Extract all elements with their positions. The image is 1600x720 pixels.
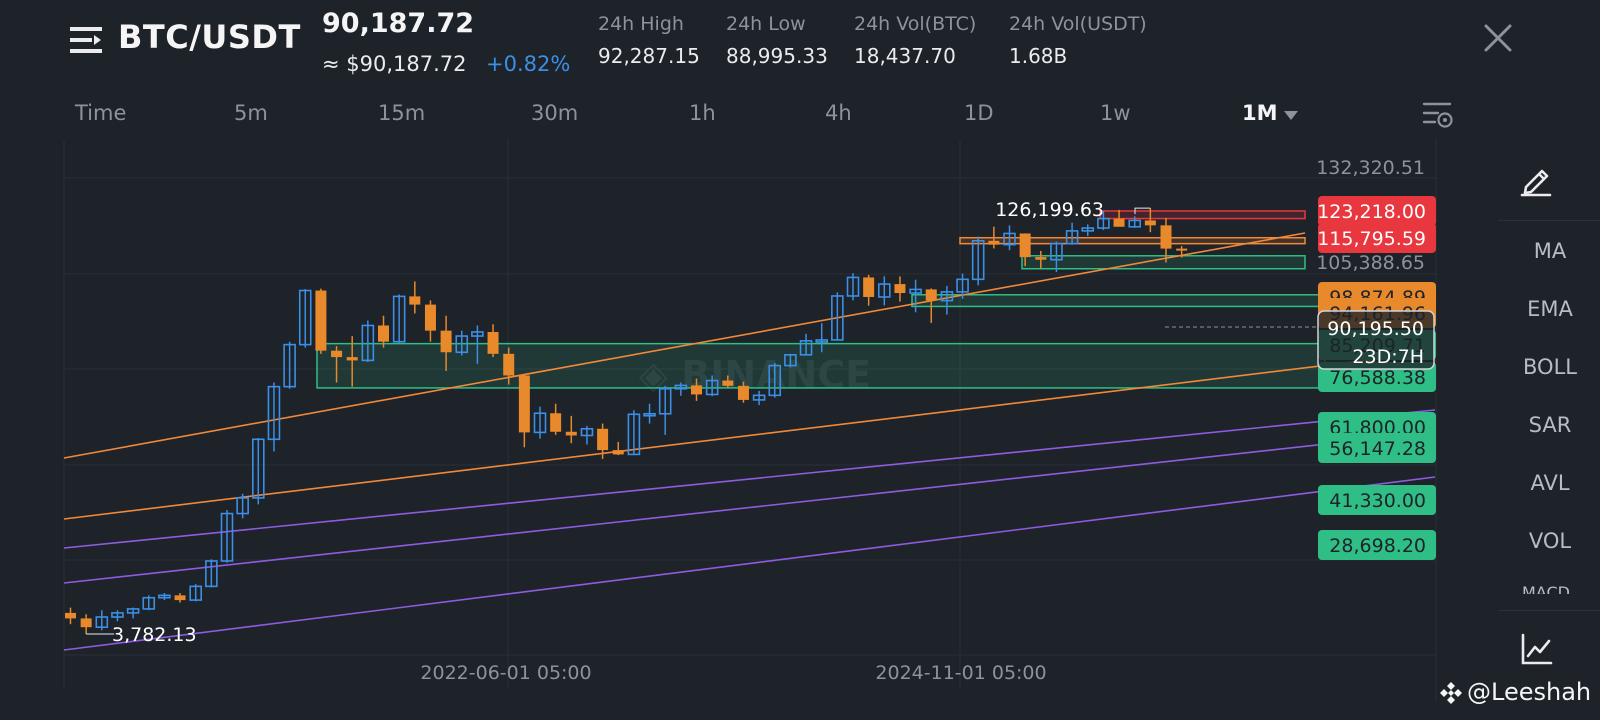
current-price-tag: 90,195.50 23D:7H — [1317, 310, 1435, 370]
candle-body-down — [737, 385, 749, 400]
candle-body-down — [331, 350, 343, 358]
candle-body-down — [487, 331, 499, 354]
close-icon[interactable] — [1480, 20, 1516, 56]
candle-body-down — [1035, 257, 1047, 260]
candle-body-down — [1160, 225, 1172, 249]
stat-label-24h-low: 24h Low — [726, 13, 806, 35]
level-tag-green: 28,698.20 — [1318, 530, 1436, 560]
indicator-sar[interactable]: SAR — [1500, 413, 1600, 437]
tab-1w[interactable]: 1w — [1100, 101, 1131, 125]
tab-1h[interactable]: 1h — [689, 101, 716, 125]
level-tag-value: 76,588.38 — [1329, 367, 1426, 389]
tab-1d[interactable]: 1D — [964, 101, 994, 125]
indicator-avl[interactable]: AVL — [1500, 471, 1600, 495]
toolbar-divider — [1498, 220, 1600, 221]
candle-body-down — [722, 380, 734, 386]
stat-label-24h-vol-btc: 24h Vol(BTC) — [854, 13, 977, 35]
last-price: 90,187.72 — [322, 8, 475, 39]
candle-body-down — [1176, 248, 1188, 251]
candle-body-down — [988, 240, 1000, 245]
pair-title[interactable]: BTC/USDT — [118, 18, 301, 56]
menu-lines-icon[interactable] — [70, 24, 106, 56]
tab-1m[interactable]: 1M — [1242, 101, 1278, 125]
indicator-ma[interactable]: MA — [1500, 239, 1600, 263]
indicator-macd-partial[interactable]: MACD — [1522, 584, 1578, 594]
candlestick-chart[interactable]: ◈ BINANCE126,199.633,782.13132,320.51105… — [0, 140, 1470, 700]
candle-body-down — [424, 304, 436, 331]
credit-watermark: @Leeshah — [1439, 678, 1591, 706]
credit-text: @Leeshah — [1467, 678, 1592, 706]
candle-body-down — [503, 353, 515, 376]
channel-line — [63, 476, 1436, 651]
chart-settings-icon[interactable] — [1422, 100, 1454, 130]
stat-value-24h-low: 88,995.33 — [726, 44, 828, 68]
tab-time[interactable]: Time — [75, 101, 126, 125]
y-tick-label: 105,388.65 — [1316, 252, 1425, 274]
binance-logo-icon — [1440, 682, 1462, 704]
toolbar-divider — [1498, 610, 1600, 611]
stat-label-24h-high: 24h High — [598, 13, 684, 35]
candle-body-down — [1144, 220, 1156, 226]
candle-body-down — [65, 612, 76, 619]
zone-green — [911, 294, 1326, 308]
candle-body-down — [612, 450, 624, 455]
candle-body-down — [518, 375, 530, 433]
stat-value-24h-vol-usdt: 1.68B — [1009, 44, 1068, 68]
change-percent: +0.82% — [486, 52, 571, 76]
countdown-value: 23D:7H — [1352, 346, 1424, 368]
high-annotation: 126,199.63 — [995, 199, 1104, 221]
stat-value-24h-high: 92,287.15 — [598, 44, 700, 68]
x-tick-label: 2022-06-01 05:00 — [420, 662, 591, 684]
candle-body-down — [550, 413, 562, 432]
candle-body-down — [863, 277, 875, 297]
candle-body-down — [174, 595, 186, 601]
level-tag-red: 115,795.59 — [1317, 223, 1436, 253]
channel-line — [63, 409, 1436, 549]
tab-5m[interactable]: 5m — [234, 101, 268, 125]
level-tag-value: 115,795.59 — [1317, 228, 1426, 250]
level-tag-value: 28,698.20 — [1329, 535, 1426, 557]
zone-red — [1099, 210, 1306, 220]
candle-body-down — [691, 385, 702, 395]
y-tick-label: 132,320.51 — [1316, 157, 1425, 179]
x-tick-label: 2024-11-01 05:00 — [875, 662, 1046, 684]
indicator-boll[interactable]: BOLL — [1500, 355, 1600, 379]
candle-body-down — [1019, 233, 1031, 258]
level-tag-red: 123,218.00 — [1317, 196, 1436, 226]
candle-body-down — [346, 357, 358, 361]
candle-body-down — [894, 284, 906, 294]
level-tag-value: 56,147.28 — [1329, 438, 1426, 460]
level-tag-value: 123,218.00 — [1317, 201, 1426, 223]
stat-label-24h-vol-usdt: 24h Vol(USDT) — [1009, 13, 1147, 35]
stat-value-24h-vol-btc: 18,437.70 — [854, 44, 956, 68]
indicator-ema[interactable]: EMA — [1500, 297, 1600, 321]
candle-body-down — [925, 289, 937, 301]
usd-price: ≈ $90,187.72 — [322, 52, 467, 76]
candle-body-down — [378, 325, 389, 342]
level-tag-green: 41,330.00 — [1318, 485, 1436, 515]
candle-body-down — [409, 296, 421, 305]
chevron-down-icon[interactable] — [1284, 111, 1298, 120]
candle-body-down — [1113, 218, 1125, 227]
level-tag-green: 56,147.28 — [1318, 433, 1436, 463]
candle-body-down — [315, 290, 327, 351]
indicator-vol[interactable]: VOL — [1500, 529, 1600, 553]
candle-body-down — [440, 330, 452, 353]
pencil-icon[interactable] — [1518, 163, 1554, 197]
line-chart-icon[interactable] — [1520, 632, 1554, 666]
candle-body-down — [80, 618, 92, 628]
low-annotation: 3,782.13 — [112, 624, 197, 646]
tab-15m[interactable]: 15m — [378, 101, 425, 125]
zone-green — [1021, 255, 1306, 270]
candle-body-down — [597, 428, 609, 451]
candle-body-down — [565, 431, 577, 436]
tab-4h[interactable]: 4h — [825, 101, 852, 125]
tab-30m[interactable]: 30m — [531, 101, 578, 125]
level-tag-value: 41,330.00 — [1329, 490, 1426, 512]
current-price-value: 90,195.50 — [1327, 318, 1424, 340]
